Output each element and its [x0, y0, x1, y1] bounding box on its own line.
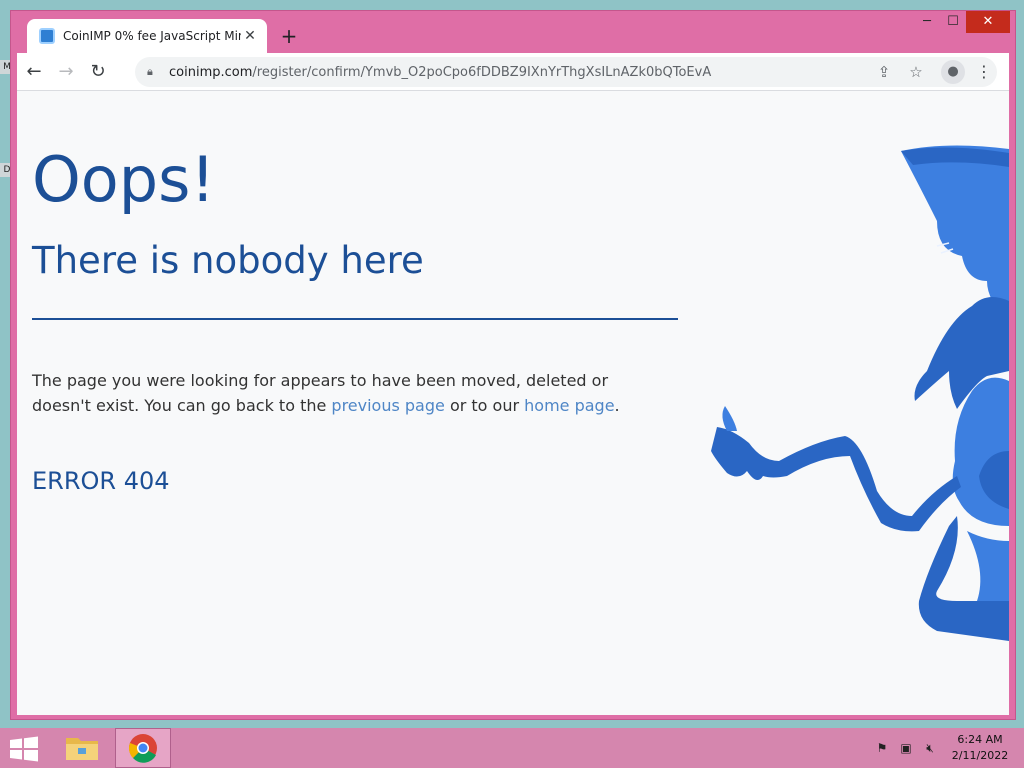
page-title: Oops!	[32, 143, 216, 216]
kebab-menu-icon[interactable]: ⋮	[971, 59, 997, 85]
maximize-button[interactable]: ☐	[940, 11, 966, 33]
page-viewport: Oops! There is nobody here The page you …	[17, 91, 1009, 715]
address-bar[interactable]: 🔒︎ coinimp.com/register/confirm/Ymvb_O2p…	[135, 57, 997, 87]
error-code: ERROR 404	[32, 467, 170, 495]
folder-icon	[66, 738, 98, 760]
active-tab[interactable]: CoinIMP 0% fee JavaScript Mining ✕	[27, 19, 267, 53]
clock-date: 2/11/2022	[951, 749, 1009, 762]
profile-icon[interactable]: ●	[941, 60, 965, 84]
network-icon[interactable]: ▣	[897, 740, 915, 756]
tab-strip: CoinIMP 0% fee JavaScript Mining ✕ + ─ ☐…	[11, 11, 1015, 53]
message-text-end: .	[614, 396, 620, 415]
page-subtitle: There is nobody here	[32, 239, 424, 282]
taskbar-clock[interactable]: 6:24 AM 2/11/2022	[942, 732, 1018, 764]
star-icon[interactable]: ☆	[903, 59, 929, 85]
lock-icon[interactable]: 🔒︎	[147, 65, 159, 79]
message-text-middle: or to our	[444, 396, 525, 415]
previous-page-link[interactable]: previous page	[331, 396, 444, 415]
coinimp-favicon-icon	[39, 28, 55, 44]
clock-time: 6:24 AM	[957, 733, 1003, 746]
browser-window: CoinIMP 0% fee JavaScript Mining ✕ + ─ ☐…	[10, 10, 1016, 720]
url-path: /register/confirm/Ymvb_O2poCpo6fDDBZ9IXn…	[252, 64, 712, 80]
share-icon[interactable]: ⇪	[871, 59, 897, 85]
close-tab-icon[interactable]: ✕	[241, 27, 259, 45]
browser-toolbar: ← → ↻ 🔒︎ coinimp.com/register/confirm/Ym…	[17, 53, 1009, 91]
blue-monster-illustration	[711, 145, 1009, 641]
windows-start-icon[interactable]	[8, 736, 40, 762]
close-window-button[interactable]: ✕	[966, 11, 1010, 33]
new-tab-button[interactable]: +	[277, 25, 301, 49]
home-page-link[interactable]: home page	[524, 396, 614, 415]
minimize-button[interactable]: ─	[914, 11, 940, 33]
back-arrow-icon[interactable]: ←	[19, 57, 49, 87]
url-domain: coinimp.com	[169, 64, 253, 80]
file-explorer-taskbar-button[interactable]	[54, 728, 110, 768]
forward-arrow-icon[interactable]: →	[51, 57, 81, 87]
volume-muted-icon[interactable]: 🔇︎	[921, 740, 939, 756]
error-message: The page you were looking for appears to…	[32, 368, 672, 418]
reload-icon[interactable]: ↻	[83, 57, 113, 87]
chrome-icon	[128, 734, 157, 763]
action-center-flag-icon[interactable]: ⚑	[873, 740, 891, 756]
heading-divider	[32, 318, 678, 320]
chrome-taskbar-button[interactable]	[115, 728, 171, 768]
tab-title: CoinIMP 0% fee JavaScript Mining	[63, 29, 241, 43]
url-text[interactable]: coinimp.com/register/confirm/Ymvb_O2poCp…	[169, 65, 871, 80]
taskbar: ⚑ ▣ 🔇︎ 6:24 AM 2/11/2022	[0, 728, 1024, 768]
